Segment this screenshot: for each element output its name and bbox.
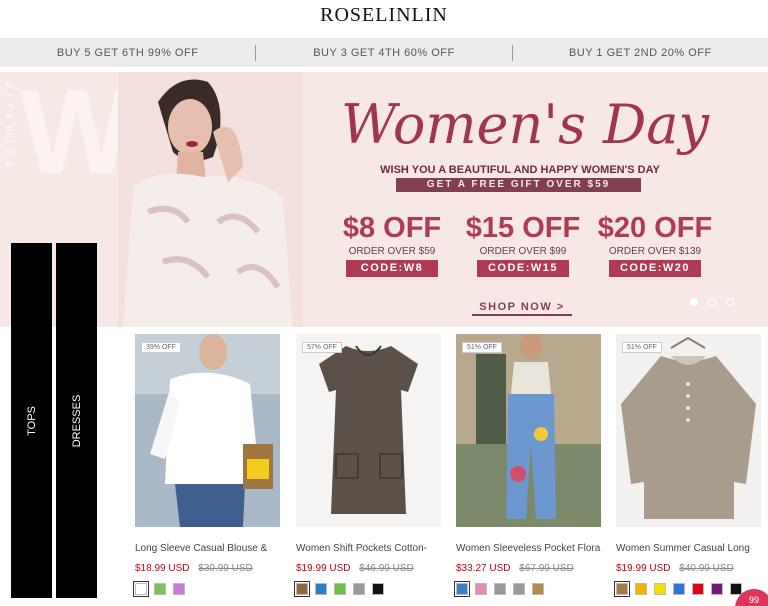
color-swatch[interactable] (513, 583, 525, 595)
color-swatch[interactable] (635, 583, 647, 595)
color-swatch[interactable] (454, 581, 470, 597)
original-price: $40.99 USD (679, 563, 734, 574)
color-swatch[interactable] (353, 583, 365, 595)
color-swatches (133, 581, 280, 597)
color-swatch[interactable] (711, 583, 723, 595)
product-card[interactable]: 39% OFF Long Sleeve Casual Blouse & $18.… (133, 334, 280, 597)
color-swatches (614, 581, 761, 597)
color-swatch[interactable] (614, 581, 630, 597)
sale-price: $18.99 USD (135, 563, 190, 574)
hero-title: Women's Day (340, 93, 709, 156)
coupon-amount: $20 OFF (597, 212, 713, 244)
coupon-amount: $15 OFF (465, 212, 581, 244)
promo-link-3[interactable]: BUY 1 GET 2ND 20% OFF (513, 47, 768, 59)
category-tab-tops[interactable]: TOPS (11, 243, 52, 598)
color-swatch[interactable] (475, 583, 487, 595)
color-swatch[interactable] (315, 583, 327, 595)
hero-vertical-lettering: SITEWIDE (4, 82, 14, 174)
product-prices: $33.27 USD $67.99 USD (456, 563, 601, 574)
product-image[interactable]: 39% OFF (135, 334, 280, 527)
site-logo[interactable]: ROSELINLIN (0, 0, 768, 34)
promo-link-2[interactable]: BUY 3 GET 4TH 60% OFF (256, 47, 511, 59)
carousel-dot-3[interactable] (726, 298, 734, 306)
product-card[interactable]: 51% OFF Women Summer Casual Long $19.99 … (614, 334, 761, 597)
coupon-code[interactable]: CODE:W15 (477, 260, 569, 277)
color-swatch[interactable] (532, 583, 544, 595)
color-swatch[interactable] (654, 583, 666, 595)
product-photo-blouse (135, 334, 280, 527)
sale-price: $33.27 USD (456, 563, 511, 574)
category-label: TOPS (25, 405, 38, 436)
color-swatches (294, 581, 441, 597)
product-name[interactable]: Long Sleeve Casual Blouse & (135, 543, 280, 554)
coupon-condition: ORDER OVER $99 (479, 246, 567, 257)
discount-badge: 57% OFF (302, 342, 342, 353)
coupon-w8[interactable]: $8 OFF ORDER OVER $59 CODE:W8 (332, 212, 452, 277)
original-price: $46.99 USD (359, 563, 414, 574)
color-swatch[interactable] (133, 581, 149, 597)
hero-banner[interactable]: WO SITEWIDE Women's Day WISH YOU A BEAUT… (0, 72, 768, 327)
coupon-amount: $8 OFF (342, 212, 442, 244)
product-photo-summer-top (616, 334, 761, 527)
coupon-code[interactable]: CODE:W8 (346, 260, 438, 277)
color-swatch[interactable] (673, 583, 685, 595)
color-swatch[interactable] (494, 583, 506, 595)
product-image[interactable]: 51% OFF (456, 334, 601, 527)
category-tab-dresses[interactable]: DRESSES (56, 243, 97, 598)
carousel-dot-1[interactable] (690, 298, 698, 306)
color-swatch[interactable] (173, 583, 185, 595)
shop-now-link[interactable]: SHOP NOW > (472, 301, 572, 316)
hero-subtitle: WISH YOU A BEAUTIFUL AND HAPPY WOMEN'S D… (380, 164, 660, 176)
discount-badge: 51% OFF (462, 342, 502, 353)
coupon-condition: ORDER OVER $59 (348, 246, 436, 257)
color-swatch[interactable] (692, 583, 704, 595)
product-name[interactable]: Women Shift Pockets Cotton- (296, 543, 441, 554)
sale-price: $19.99 USD (616, 563, 671, 574)
discount-badge: 39% OFF (141, 342, 181, 353)
product-prices: $19.99 USD $40.99 USD (616, 563, 761, 574)
product-name[interactable]: Women Summer Casual Long (616, 543, 761, 554)
product-image[interactable]: 57% OFF (296, 334, 441, 527)
product-photo-overalls (456, 334, 601, 527)
sale-price: $19.99 USD (296, 563, 351, 574)
coupon-w15[interactable]: $15 OFF ORDER OVER $99 CODE:W15 (463, 212, 583, 277)
product-card[interactable]: 51% OFF Women Sleeveless Pocket Floral- … (454, 334, 601, 597)
category-label: DRESSES (70, 394, 83, 447)
hero-model-image (118, 72, 303, 327)
original-price: $67.99 USD (519, 563, 574, 574)
original-price: $30.99 USD (198, 563, 253, 574)
promo-link-1[interactable]: BUY 5 GET 6TH 99% OFF (0, 47, 255, 59)
carousel-dots (690, 298, 734, 306)
color-swatch[interactable] (334, 583, 346, 595)
discount-badge: 51% OFF (622, 342, 662, 353)
coupon-code[interactable]: CODE:W20 (609, 260, 701, 277)
color-swatch[interactable] (154, 583, 166, 595)
color-swatches (454, 581, 601, 597)
product-prices: $19.99 USD $46.99 USD (296, 563, 441, 574)
product-photo-shift-dress (296, 334, 441, 527)
color-swatch[interactable] (372, 583, 384, 595)
product-name[interactable]: Women Sleeveless Pocket Floral- (456, 543, 601, 554)
carousel-dot-2[interactable] (708, 298, 716, 306)
promo-strip: BUY 5 GET 6TH 99% OFF BUY 3 GET 4TH 60% … (0, 38, 768, 67)
free-gift-banner: GET A FREE GIFT OVER $59 (396, 178, 641, 192)
product-prices: $18.99 USD $30.99 USD (135, 563, 280, 574)
product-card[interactable]: 57% OFF Women Shift Pockets Cotton- $19.… (294, 334, 441, 597)
coupon-w20[interactable]: $20 OFF ORDER OVER $139 CODE:W20 (595, 212, 715, 277)
coupon-condition: ORDER OVER $139 (608, 246, 702, 257)
product-image[interactable]: 51% OFF (616, 334, 761, 527)
color-swatch[interactable] (294, 581, 310, 597)
